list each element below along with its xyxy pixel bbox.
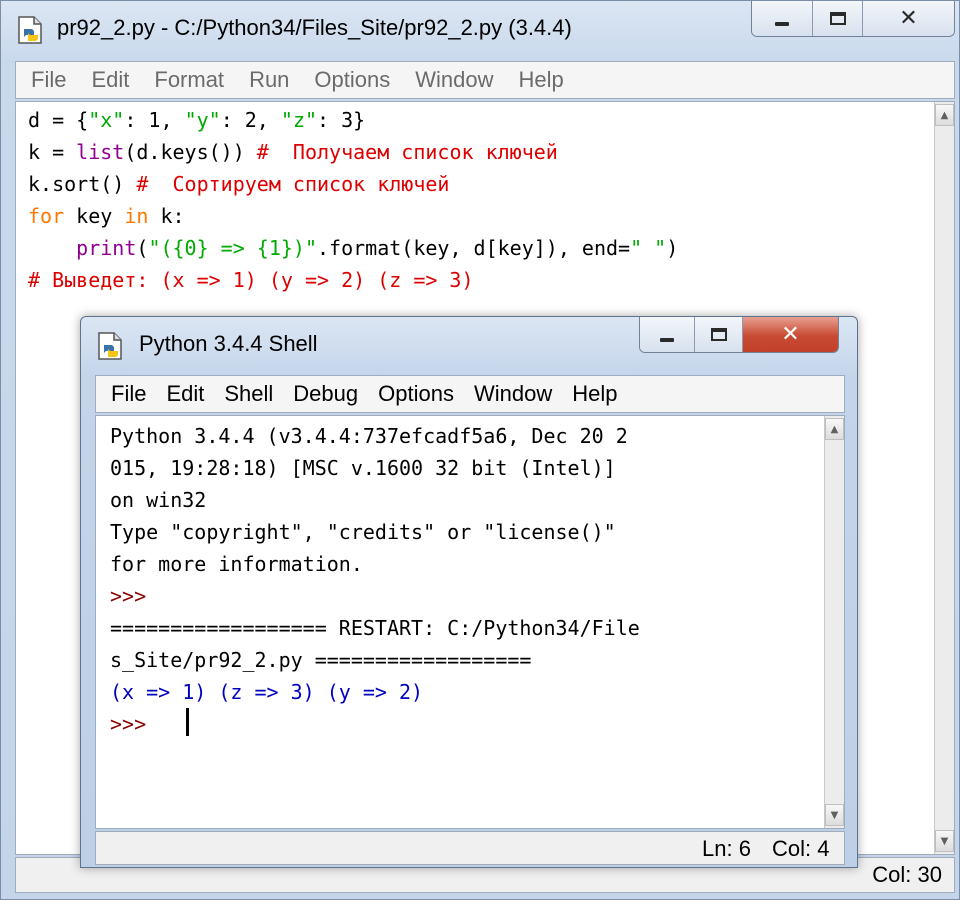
shell-output[interactable]: Python 3.4.4 (v3.4.4:737efcadf5a6, Dec 2… xyxy=(95,415,845,829)
shell-minimize-button[interactable] xyxy=(640,317,696,352)
shell-menu-window[interactable]: Window xyxy=(474,381,552,407)
code-line-1: d = {"x": 1, "y": 2, "z": 3} xyxy=(28,108,365,132)
code-line-3: k.sort() # Сортируем список ключей xyxy=(28,172,449,196)
line-indicator: Ln: 6 xyxy=(702,836,751,861)
shell-line: for more information. xyxy=(110,552,363,576)
shell-line: s_Site/pr92_2.py ================== xyxy=(110,648,532,672)
code-token: key xyxy=(64,204,125,228)
minimize-icon xyxy=(660,337,675,342)
shell-menu-help[interactable]: Help xyxy=(572,381,617,407)
code-comment: # Сортируем список ключей xyxy=(136,172,450,196)
shell-window: Python 3.4.4 Shell ✕ File Edit Shell Deb… xyxy=(80,316,858,868)
code-token: : 1, xyxy=(124,108,185,132)
close-icon: ✕ xyxy=(781,321,800,347)
shell-menu-edit[interactable]: Edit xyxy=(166,381,204,407)
shell-title: Python 3.4.4 Shell xyxy=(139,331,318,356)
code-keyword: in xyxy=(124,204,149,228)
python-file-icon xyxy=(98,332,122,360)
code-keyword: for xyxy=(28,204,65,228)
scroll-up-icon[interactable]: ▲ xyxy=(935,104,954,126)
menu-window[interactable]: Window xyxy=(415,67,493,93)
shell-scrollbar[interactable]: ▲ ▼ xyxy=(824,416,844,828)
shell-line: on win32 xyxy=(110,488,207,512)
shell-menu-debug[interactable]: Debug xyxy=(293,381,358,407)
close-button[interactable]: ✕ xyxy=(862,1,954,36)
shell-prompt: >>> xyxy=(110,712,147,736)
maximize-icon xyxy=(710,328,727,341)
editor-menubar: File Edit Format Run Options Window Help xyxy=(15,61,955,99)
scroll-down-icon[interactable]: ▼ xyxy=(825,804,844,826)
code-token: k.sort() xyxy=(28,172,137,196)
close-icon: ✕ xyxy=(899,5,918,31)
code-token: "y" xyxy=(184,108,221,132)
code-token: .format(key, d[key]), end= xyxy=(317,236,631,260)
shell-statusbar: Ln: 6 Col: 4 xyxy=(95,831,845,865)
menu-options[interactable]: Options xyxy=(314,67,390,93)
menu-run[interactable]: Run xyxy=(249,67,289,93)
code-token: : 2, xyxy=(220,108,281,132)
shell-maximize-button[interactable] xyxy=(695,317,743,352)
shell-line: 015, 19:28:18) [MSC v.1600 32 bit (Intel… xyxy=(110,456,616,480)
menu-file[interactable]: File xyxy=(31,67,66,93)
shell-menu-file[interactable]: File xyxy=(111,381,146,407)
code-token: "z" xyxy=(280,108,318,132)
code-line-2: k = list(d.keys()) # Получаем список клю… xyxy=(28,140,558,164)
shell-menubar: File Edit Shell Debug Options Window Hel… xyxy=(95,375,845,413)
shell-menu-options[interactable]: Options xyxy=(378,381,454,407)
shell-line: Type "copyright", "credits" or "license(… xyxy=(110,520,616,544)
code-line-5: print("({0} => {1})".format(key, d[key])… xyxy=(28,236,678,260)
code-token: "({0} => {1})" xyxy=(148,236,318,260)
maximize-button[interactable] xyxy=(813,1,863,36)
code-token: ) xyxy=(666,236,679,260)
code-token: "x" xyxy=(88,108,125,132)
code-token: d = { xyxy=(28,108,89,132)
shell-window-controls: ✕ xyxy=(639,317,839,353)
code-token: list xyxy=(76,140,125,164)
code-token: k: xyxy=(148,204,185,228)
menu-help[interactable]: Help xyxy=(519,67,564,93)
python-file-icon xyxy=(18,16,42,44)
scroll-down-icon[interactable]: ▼ xyxy=(935,830,954,852)
editor-titlebar[interactable]: pr92_2.py - C:/Python34/Files_Site/pr92_… xyxy=(1,1,959,59)
window-title: pr92_2.py - C:/Python34/Files_Site/pr92_… xyxy=(57,15,572,40)
code-comment: # Выведет: (x => 1) (y => 2) (z => 3) xyxy=(28,268,474,292)
code-token: ( xyxy=(136,236,149,260)
shell-prompt: >>> xyxy=(110,584,147,608)
shell-line: ================== RESTART: C:/Python34/… xyxy=(110,616,640,640)
column-indicator: Col: 4 xyxy=(772,836,830,861)
code-token: : 3} xyxy=(317,108,366,132)
code-token: k = xyxy=(28,140,77,164)
minimize-button[interactable] xyxy=(752,1,814,36)
scroll-up-icon[interactable]: ▲ xyxy=(825,418,844,440)
shell-menu-shell[interactable]: Shell xyxy=(224,381,273,407)
code-token: " " xyxy=(630,236,667,260)
text-cursor xyxy=(186,708,189,736)
code-line-4: for key in k: xyxy=(28,204,185,228)
menu-edit[interactable]: Edit xyxy=(91,67,129,93)
menu-format[interactable]: Format xyxy=(154,67,224,93)
code-comment: # Получаем список ключей xyxy=(256,140,558,164)
column-indicator: Col: 30 xyxy=(872,862,942,887)
code-line-6: # Выведет: (x => 1) (y => 2) (z => 3) xyxy=(28,268,474,292)
program-output: (x => 1) (z => 3) (y => 2) xyxy=(110,680,424,704)
shell-close-button[interactable]: ✕ xyxy=(742,317,838,352)
editor-scrollbar[interactable]: ▲ ▼ xyxy=(934,102,954,854)
code-token: (d.keys()) xyxy=(124,140,257,164)
minimize-icon xyxy=(775,21,790,26)
code-token: print xyxy=(76,236,137,260)
shell-line: Python 3.4.4 (v3.4.4:737efcadf5a6, Dec 2… xyxy=(110,424,628,448)
maximize-icon xyxy=(829,12,846,25)
window-controls: ✕ xyxy=(751,1,955,37)
